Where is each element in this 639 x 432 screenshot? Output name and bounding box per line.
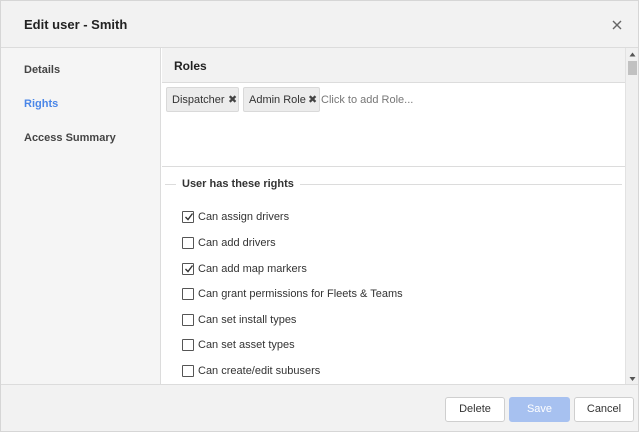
right-label: Can set install types <box>198 314 297 326</box>
right-label: Can grant permissions for Fleets & Teams <box>198 288 403 300</box>
save-button[interactable]: Save <box>509 397 570 422</box>
rights-legend: User has these rights <box>176 178 300 190</box>
roles-tag-input[interactable]: Dispatcher ✖ Admin Role ✖ <box>162 84 625 167</box>
dialog-title: Edit user - Smith <box>24 17 128 32</box>
right-label: Can add map markers <box>198 263 307 275</box>
right-label: Can create/edit subusers <box>198 365 321 377</box>
rights-panel: Roles Dispatcher ✖ Admin Role ✖ User has… <box>162 48 625 384</box>
edit-user-dialog: Edit user - Smith Details Rights Access … <box>0 0 639 432</box>
rights-fieldset: User has these rights Can assign drivers… <box>162 168 625 384</box>
right-label: Can set asset types <box>198 339 295 351</box>
role-chip-label: Dispatcher <box>172 94 225 106</box>
dialog-header: Edit user - Smith <box>1 1 638 48</box>
role-chip-admin-role: Admin Role ✖ <box>243 87 320 112</box>
role-chip-dispatcher: Dispatcher ✖ <box>166 87 239 112</box>
sidebar-item-access-summary[interactable]: Access Summary <box>24 132 116 144</box>
sidebar: Details Rights Access Summary <box>1 48 161 384</box>
checkbox[interactable] <box>182 237 194 249</box>
scroll-up-arrow-icon[interactable] <box>626 48 639 60</box>
checkbox[interactable] <box>182 211 194 223</box>
scroll-down-arrow-icon[interactable] <box>626 372 639 384</box>
dialog-footer: Delete Save Cancel <box>1 384 638 431</box>
right-label: Can add drivers <box>198 237 276 249</box>
close-icon[interactable] <box>607 15 627 35</box>
vertical-scrollbar[interactable] <box>625 48 638 384</box>
remove-x-icon[interactable]: ✖ <box>228 93 237 106</box>
right-label: Can assign drivers <box>198 211 290 223</box>
roles-section-header: Roles <box>162 48 625 83</box>
checkbox[interactable] <box>182 263 194 275</box>
remove-x-icon[interactable]: ✖ <box>308 93 317 106</box>
sidebar-item-details[interactable]: Details <box>24 64 60 76</box>
checkbox[interactable] <box>182 339 194 351</box>
role-chip-label: Admin Role <box>249 94 306 106</box>
delete-button[interactable]: Delete <box>445 397 505 422</box>
checkbox[interactable] <box>182 288 194 300</box>
cancel-button[interactable]: Cancel <box>574 397 634 422</box>
checkbox[interactable] <box>182 314 194 326</box>
sidebar-item-rights[interactable]: Rights <box>24 98 58 110</box>
checkbox[interactable] <box>182 365 194 377</box>
scrollbar-thumb[interactable] <box>628 61 637 75</box>
roles-title: Roles <box>174 59 207 73</box>
add-role-input[interactable] <box>321 92 521 108</box>
